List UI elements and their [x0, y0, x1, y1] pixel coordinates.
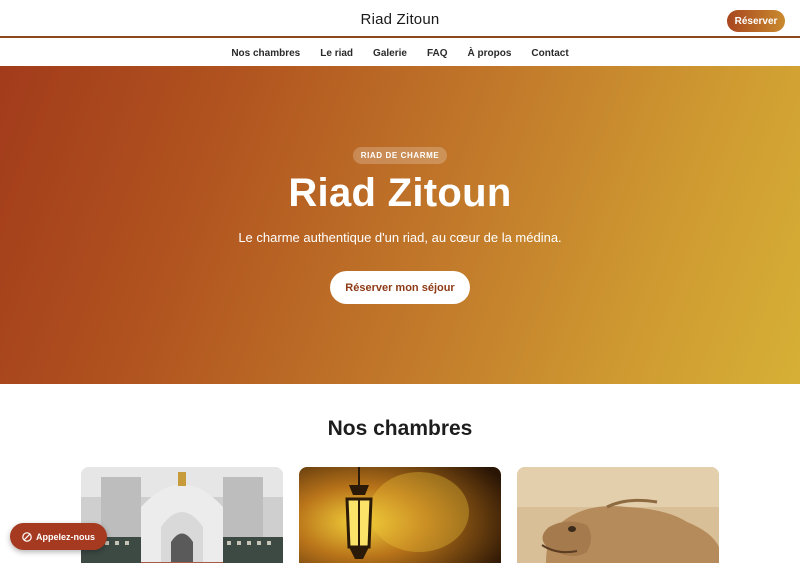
call-us-button[interactable]: Appelez-nous [10, 523, 107, 550]
hero-subtitle: Le charme authentique d'un riad, au cœur… [238, 230, 562, 245]
rooms-section-title: Nos chambres [327, 417, 473, 440]
nav-item-about[interactable]: À propos [458, 48, 522, 59]
nav-item-rooms[interactable]: Nos chambres [221, 48, 310, 59]
lantern-photo [299, 467, 501, 563]
camel-photo [517, 467, 719, 563]
site-header: Riad Zitoun Réserver [0, 0, 800, 38]
book-stay-button[interactable]: Réserver mon séjour [330, 271, 470, 304]
call-us-label: Appelez-nous [35, 531, 95, 542]
reserve-button[interactable]: Réserver [727, 10, 785, 32]
nav-item-riad[interactable]: Le riad [310, 48, 363, 59]
moroccan-courtyard-photo [81, 467, 283, 563]
nav-item-gallery[interactable]: Galerie [363, 48, 417, 59]
site-brand[interactable]: Riad Zitoun [0, 11, 800, 28]
room-card-courtyard[interactable] [81, 467, 283, 563]
nav-item-faq[interactable]: FAQ [417, 48, 458, 59]
hero-section: RIAD DE CHARME Riad Zitoun Le charme aut… [0, 66, 800, 384]
room-card-lantern[interactable] [299, 467, 501, 563]
nav-item-contact[interactable]: Contact [521, 48, 578, 59]
hero-badge: RIAD DE CHARME [353, 147, 447, 164]
room-card-desert[interactable] [517, 467, 719, 563]
main-nav: Nos chambres Le riad Galerie FAQ À propo… [0, 40, 800, 66]
hero-title: Riad Zitoun [288, 171, 512, 215]
phone-icon [22, 531, 32, 542]
